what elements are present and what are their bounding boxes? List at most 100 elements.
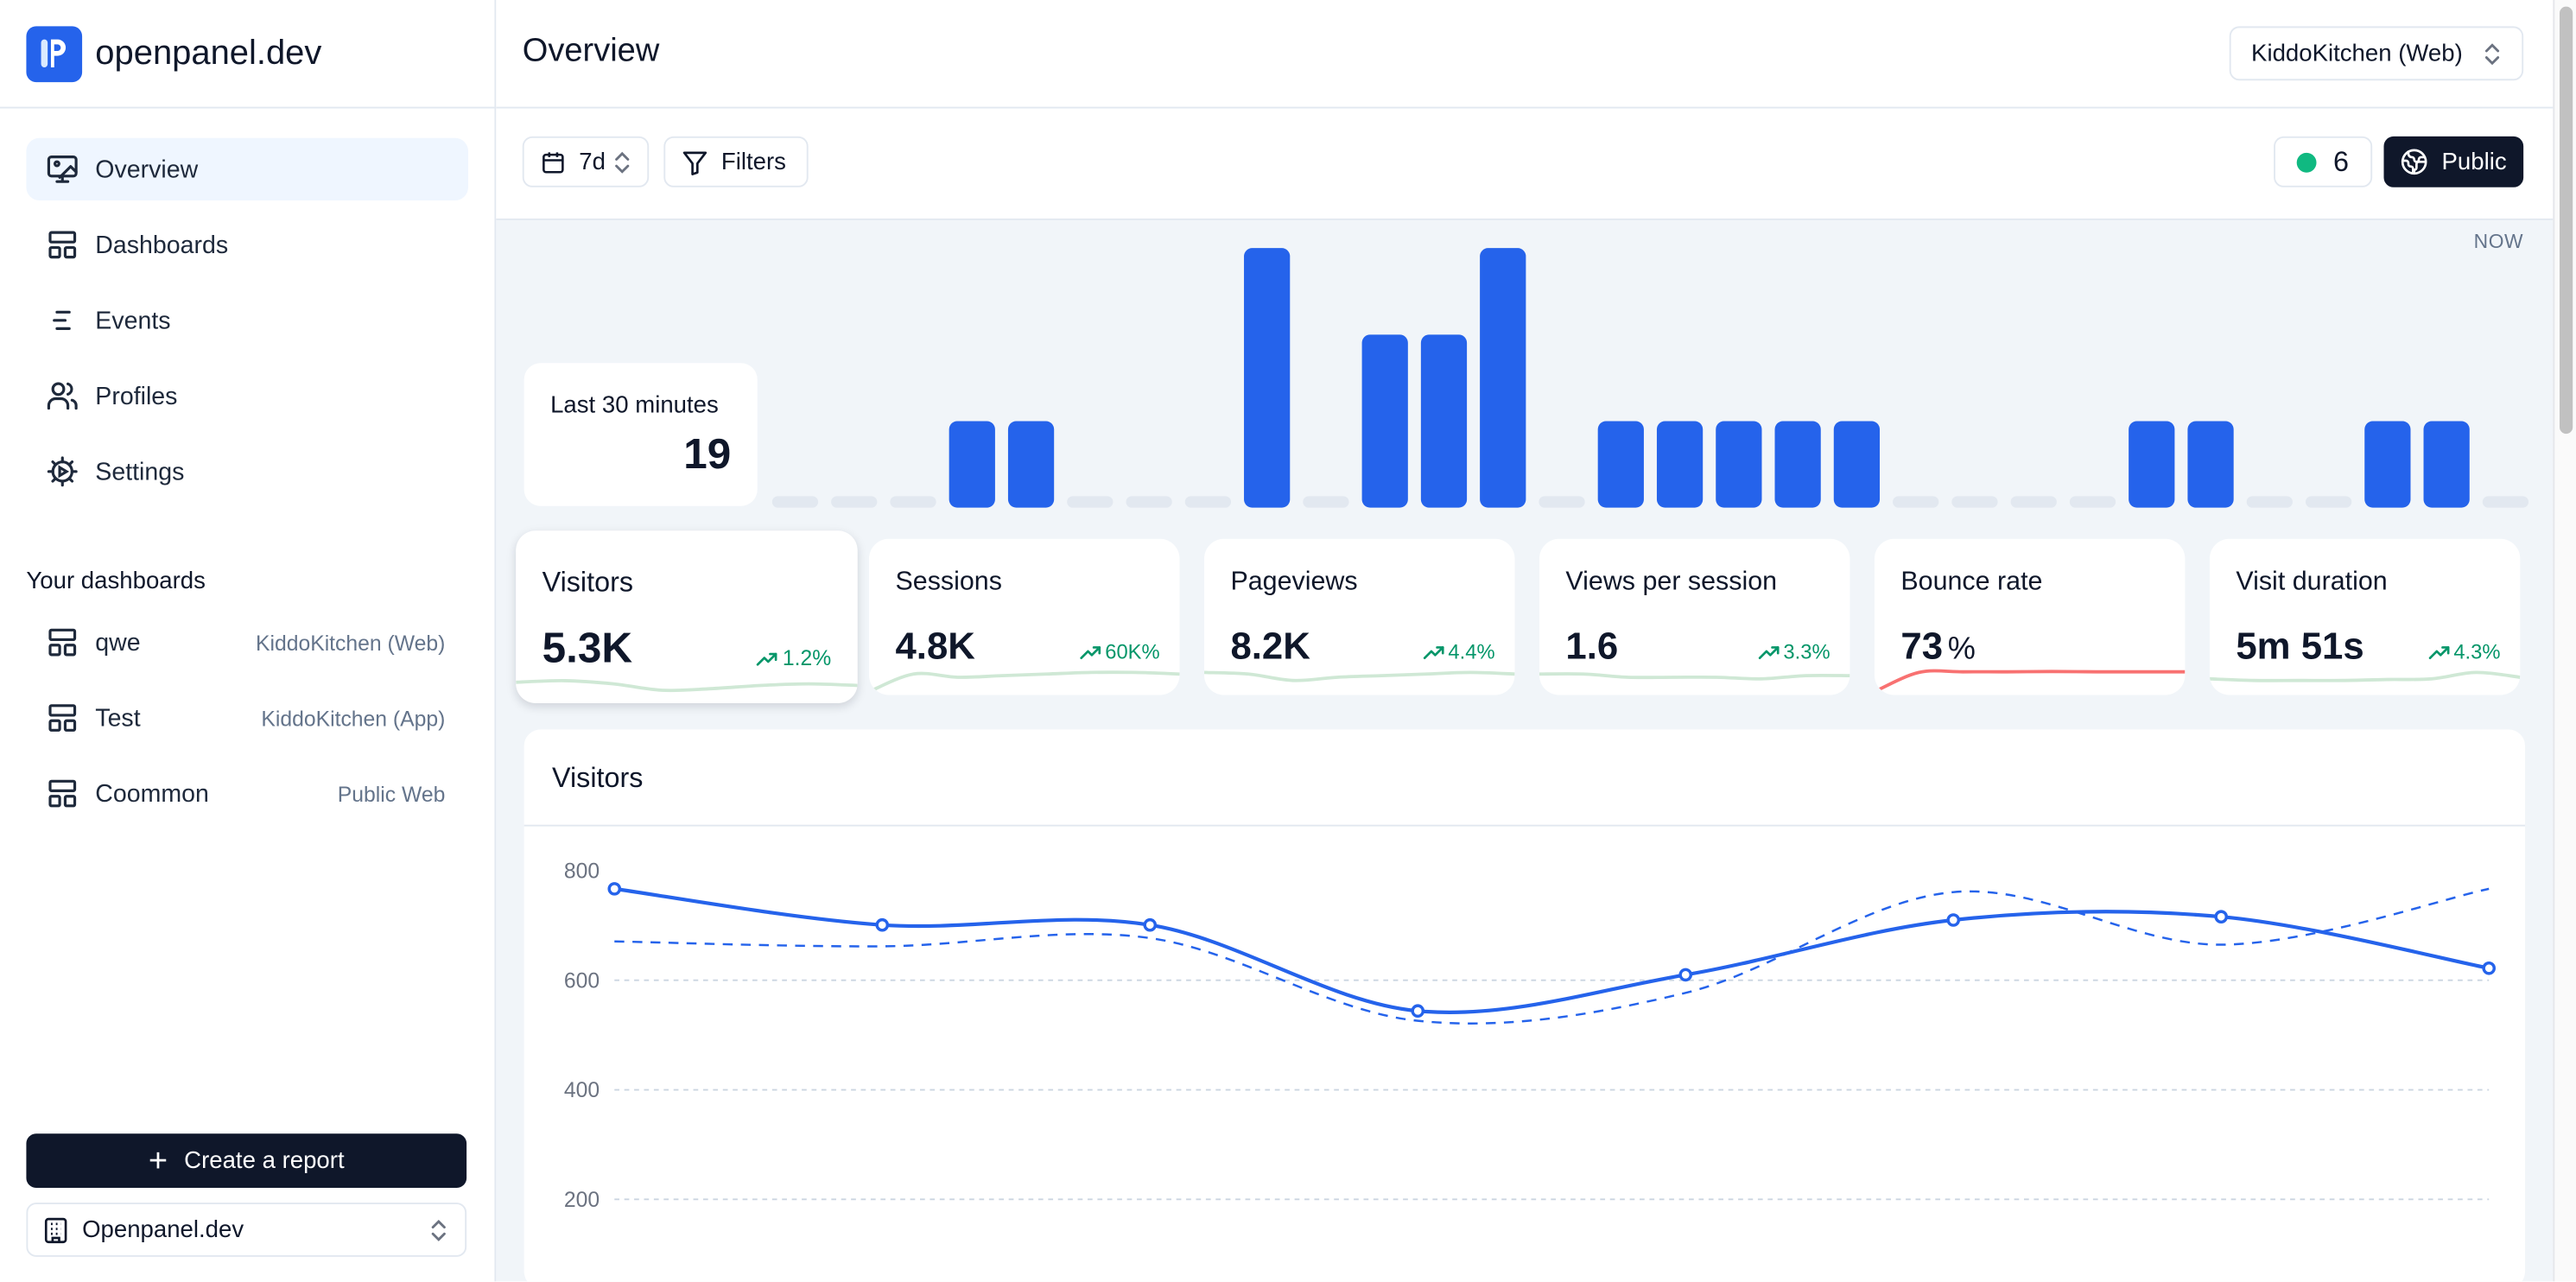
realtime-bar-empty[interactable] bbox=[831, 496, 878, 508]
filters-button[interactable]: Filters bbox=[663, 136, 809, 187]
metric-sparkline bbox=[2210, 652, 2520, 695]
scrollbar-thumb[interactable] bbox=[2559, 6, 2573, 435]
metric-sparkline bbox=[516, 661, 858, 703]
create-report-button[interactable]: + Create a report bbox=[26, 1133, 467, 1188]
chevrons-up-down-icon bbox=[2484, 42, 2500, 65]
y-tick-label: 400 bbox=[564, 1079, 600, 1102]
chevrons-up-down-icon bbox=[614, 150, 629, 173]
realtime-bar-chart bbox=[771, 248, 2529, 508]
dashboard-name: Coommon bbox=[95, 779, 209, 808]
realtime-bar-empty[interactable] bbox=[1067, 496, 1114, 508]
data-point[interactable] bbox=[2214, 910, 2229, 923]
live-visitors-button[interactable]: 6 bbox=[2274, 136, 2373, 187]
data-point[interactable] bbox=[875, 917, 890, 932]
metric-card-pageviews[interactable]: Pageviews 8.2K 4.4% bbox=[1204, 538, 1515, 695]
data-point[interactable] bbox=[2482, 961, 2497, 975]
layout-dashboard-icon bbox=[48, 628, 77, 657]
dashboard-name: qwe bbox=[95, 628, 141, 657]
realtime-bar-empty[interactable] bbox=[2246, 496, 2293, 508]
metric-title: Sessions bbox=[895, 568, 1002, 597]
data-point[interactable] bbox=[1678, 968, 1693, 982]
realtime-bar[interactable] bbox=[2364, 421, 2411, 508]
realtime-bar[interactable] bbox=[1361, 334, 1408, 508]
realtime-bar[interactable] bbox=[1007, 421, 1055, 508]
realtime-section: NOW Last 30 minutes 19 bbox=[496, 219, 2553, 530]
calendar-icon bbox=[542, 151, 564, 173]
dashboard-item-qwe[interactable]: qwe KiddoKitchen (Web) bbox=[0, 611, 494, 673]
sidebar-item-overview[interactable]: Overview bbox=[26, 137, 469, 201]
realtime-bar[interactable] bbox=[1597, 421, 1644, 508]
organization-select[interactable]: Openpanel.dev bbox=[26, 1203, 467, 1257]
metric-title: Pageviews bbox=[1230, 568, 1358, 597]
realtime-bar[interactable] bbox=[1716, 421, 1762, 508]
realtime-bar-empty[interactable] bbox=[771, 496, 819, 508]
realtime-bar-empty[interactable] bbox=[1951, 496, 1998, 508]
dashboard-name: Test bbox=[95, 703, 141, 733]
metric-card-sessions[interactable]: Sessions 4.8K 60K% bbox=[869, 538, 1180, 695]
brand[interactable]: openpanel.dev bbox=[0, 0, 495, 109]
app-window: openpanel.dev Overview Dashboards Events… bbox=[0, 0, 2576, 1282]
brand-name: openpanel.dev bbox=[95, 33, 322, 72]
data-point[interactable] bbox=[1946, 913, 1961, 927]
metric-card-views-per-session[interactable]: Views per session 1.6 3.3% bbox=[1539, 538, 1850, 695]
metric-card-visit-duration[interactable]: Visit duration 5m 51s 4.3% bbox=[2209, 538, 2521, 695]
sidebar-item-label: Events bbox=[95, 306, 171, 335]
realtime-bar-empty[interactable] bbox=[2069, 496, 2116, 508]
dashboard-item-test[interactable]: Test KiddoKitchen (App) bbox=[0, 687, 494, 749]
realtime-bar[interactable] bbox=[1244, 248, 1291, 508]
realtime-bar[interactable] bbox=[1480, 248, 1526, 508]
y-tick-label: 200 bbox=[564, 1189, 600, 1212]
realtime-bar[interactable] bbox=[1656, 421, 1704, 508]
metric-sparkline bbox=[1875, 652, 2185, 695]
public-label: Public bbox=[2441, 149, 2507, 175]
metric-card-bounce-rate[interactable]: Bounce rate 73% bbox=[1874, 538, 2186, 695]
current-period-line bbox=[613, 886, 2490, 1015]
project-select[interactable]: KiddoKitchen (Web) bbox=[2230, 26, 2524, 81]
metric-card-visitors[interactable]: Visitors 5.3K 1.2% bbox=[516, 530, 858, 703]
sidebar-item-settings[interactable]: Settings bbox=[26, 441, 468, 503]
globe-icon bbox=[2402, 149, 2427, 175]
realtime-bar[interactable] bbox=[2187, 421, 2234, 508]
realtime-bar-empty[interactable] bbox=[890, 496, 936, 508]
date-range-select[interactable]: 7d bbox=[522, 136, 650, 187]
date-range-value: 7d bbox=[579, 149, 606, 175]
realtime-bar[interactable] bbox=[2129, 421, 2175, 508]
metric-title: Visitors bbox=[542, 567, 634, 599]
realtime-bar[interactable] bbox=[1420, 334, 1468, 508]
last-30-minutes-label: Last 30 minutes bbox=[550, 392, 719, 419]
create-report-label: Create a report bbox=[184, 1147, 345, 1174]
realtime-bar-empty[interactable] bbox=[1893, 496, 1939, 508]
realtime-bar[interactable] bbox=[1833, 421, 1881, 508]
data-point[interactable] bbox=[1411, 1004, 1425, 1019]
page-scrollbar[interactable] bbox=[2553, 0, 2576, 1282]
public-button[interactable]: Public bbox=[2383, 136, 2524, 187]
realtime-bar-empty[interactable] bbox=[2305, 496, 2352, 508]
filter-icon bbox=[682, 150, 707, 175]
top-bar: Overview KiddoKitchen (Web) bbox=[496, 0, 2554, 109]
sparkline-path bbox=[516, 681, 858, 690]
realtime-bar[interactable] bbox=[949, 421, 995, 508]
realtime-bar-empty[interactable] bbox=[1184, 496, 1232, 508]
organization-name: Openpanel.dev bbox=[82, 1216, 244, 1243]
realtime-bar[interactable] bbox=[1774, 421, 1821, 508]
realtime-bar-empty[interactable] bbox=[2482, 496, 2529, 508]
sidebar-item-dashboards[interactable]: Dashboards bbox=[26, 213, 468, 276]
sidebar-item-profiles[interactable]: Profiles bbox=[26, 365, 468, 427]
your-dashboards-heading: Your dashboards bbox=[26, 568, 206, 595]
data-point[interactable] bbox=[1143, 917, 1158, 932]
dashboard-item-coommon[interactable]: Coommon Public Web bbox=[0, 762, 494, 824]
live-visitors-count: 6 bbox=[2333, 145, 2350, 177]
sidebar: openpanel.dev Overview Dashboards Events… bbox=[0, 0, 497, 1282]
data-point[interactable] bbox=[607, 882, 622, 896]
realtime-bar-empty[interactable] bbox=[1539, 496, 1585, 508]
realtime-bar-empty[interactable] bbox=[1303, 496, 1349, 508]
sparkline-path bbox=[2210, 672, 2520, 680]
realtime-bar-empty[interactable] bbox=[1126, 496, 1172, 508]
main-nav: Overview Dashboards Events Profiles Sett… bbox=[0, 109, 494, 503]
layout-dashboard-icon bbox=[48, 704, 77, 732]
sidebar-item-events[interactable]: Events bbox=[26, 289, 468, 352]
realtime-bar[interactable] bbox=[2423, 421, 2470, 508]
sparkline-path bbox=[869, 672, 1179, 691]
realtime-bar-empty[interactable] bbox=[2010, 496, 2057, 508]
sparkline-path bbox=[1539, 674, 1850, 679]
